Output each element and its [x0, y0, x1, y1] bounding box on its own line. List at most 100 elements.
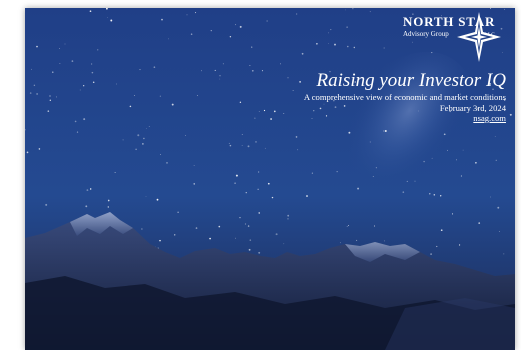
website-link[interactable]: nsag.com	[304, 113, 506, 124]
star	[431, 157, 433, 159]
star	[280, 63, 281, 65]
star	[283, 243, 285, 245]
star	[214, 69, 216, 71]
star	[251, 46, 253, 48]
star	[503, 253, 505, 255]
star	[352, 8, 354, 10]
star	[254, 117, 256, 119]
presentation-date: February 3rd, 2024	[439, 102, 506, 113]
star	[193, 183, 195, 185]
star	[504, 8, 506, 10]
star	[336, 171, 338, 173]
star	[156, 198, 159, 201]
star	[89, 10, 92, 13]
star	[153, 66, 156, 69]
star	[228, 142, 230, 144]
star	[76, 131, 79, 133]
star	[490, 196, 491, 198]
compass-star-icon	[457, 12, 501, 62]
star	[299, 81, 301, 83]
star	[166, 162, 168, 164]
star	[110, 19, 113, 22]
star	[135, 148, 137, 151]
star	[383, 130, 385, 132]
star	[258, 251, 261, 254]
star	[353, 46, 355, 49]
star	[83, 85, 85, 87]
star	[273, 110, 276, 113]
star	[494, 136, 496, 137]
star	[292, 90, 294, 92]
star	[375, 167, 377, 169]
star	[423, 160, 425, 163]
star	[287, 214, 290, 217]
star	[89, 188, 92, 190]
star	[83, 118, 86, 121]
star	[462, 149, 464, 151]
star	[346, 26, 348, 28]
star	[107, 17, 108, 18]
title-block: Raising your Investor IQ A comprehensive…	[304, 70, 506, 124]
star	[339, 242, 341, 244]
star	[257, 171, 260, 173]
star	[241, 134, 243, 135]
star	[271, 196, 274, 199]
star	[251, 69, 254, 72]
star	[74, 120, 77, 123]
star	[287, 218, 289, 220]
star	[196, 95, 198, 96]
star	[239, 101, 242, 103]
star	[239, 216, 241, 219]
star	[402, 191, 405, 193]
star	[347, 45, 349, 48]
star	[219, 74, 221, 77]
star	[328, 32, 329, 34]
star	[159, 239, 161, 242]
star	[36, 45, 38, 48]
star	[241, 145, 243, 146]
star	[209, 237, 211, 240]
star	[498, 230, 500, 232]
star	[85, 205, 88, 208]
star	[414, 180, 416, 182]
star	[257, 188, 259, 190]
star	[31, 68, 32, 70]
star	[161, 18, 163, 21]
star	[296, 13, 298, 15]
star	[348, 131, 351, 134]
star	[430, 253, 432, 255]
star	[201, 70, 202, 72]
star	[222, 63, 224, 65]
star	[261, 70, 264, 72]
star	[107, 206, 110, 208]
star	[210, 29, 212, 32]
star	[193, 165, 195, 166]
star	[52, 71, 54, 73]
star	[235, 237, 236, 239]
star	[160, 154, 161, 155]
star	[115, 83, 117, 85]
star	[369, 11, 371, 13]
star	[460, 175, 462, 177]
star	[235, 174, 238, 177]
star	[369, 141, 371, 143]
star	[33, 84, 36, 87]
star	[168, 38, 169, 40]
star	[146, 128, 147, 130]
star	[139, 69, 141, 71]
star	[59, 62, 61, 64]
north-star-logo: NORTH STAR Advisory Group LLC	[395, 12, 507, 70]
star	[90, 63, 93, 65]
star	[334, 43, 336, 46]
star	[443, 133, 446, 136]
star	[258, 111, 260, 113]
title-slide: NORTH STAR Advisory Group LLC Raising yo…	[25, 8, 515, 350]
star	[270, 118, 273, 120]
star	[440, 195, 442, 197]
star	[142, 143, 144, 145]
star	[287, 77, 289, 79]
star	[86, 189, 89, 192]
star	[171, 103, 174, 106]
star	[255, 141, 257, 143]
star	[143, 137, 145, 140]
